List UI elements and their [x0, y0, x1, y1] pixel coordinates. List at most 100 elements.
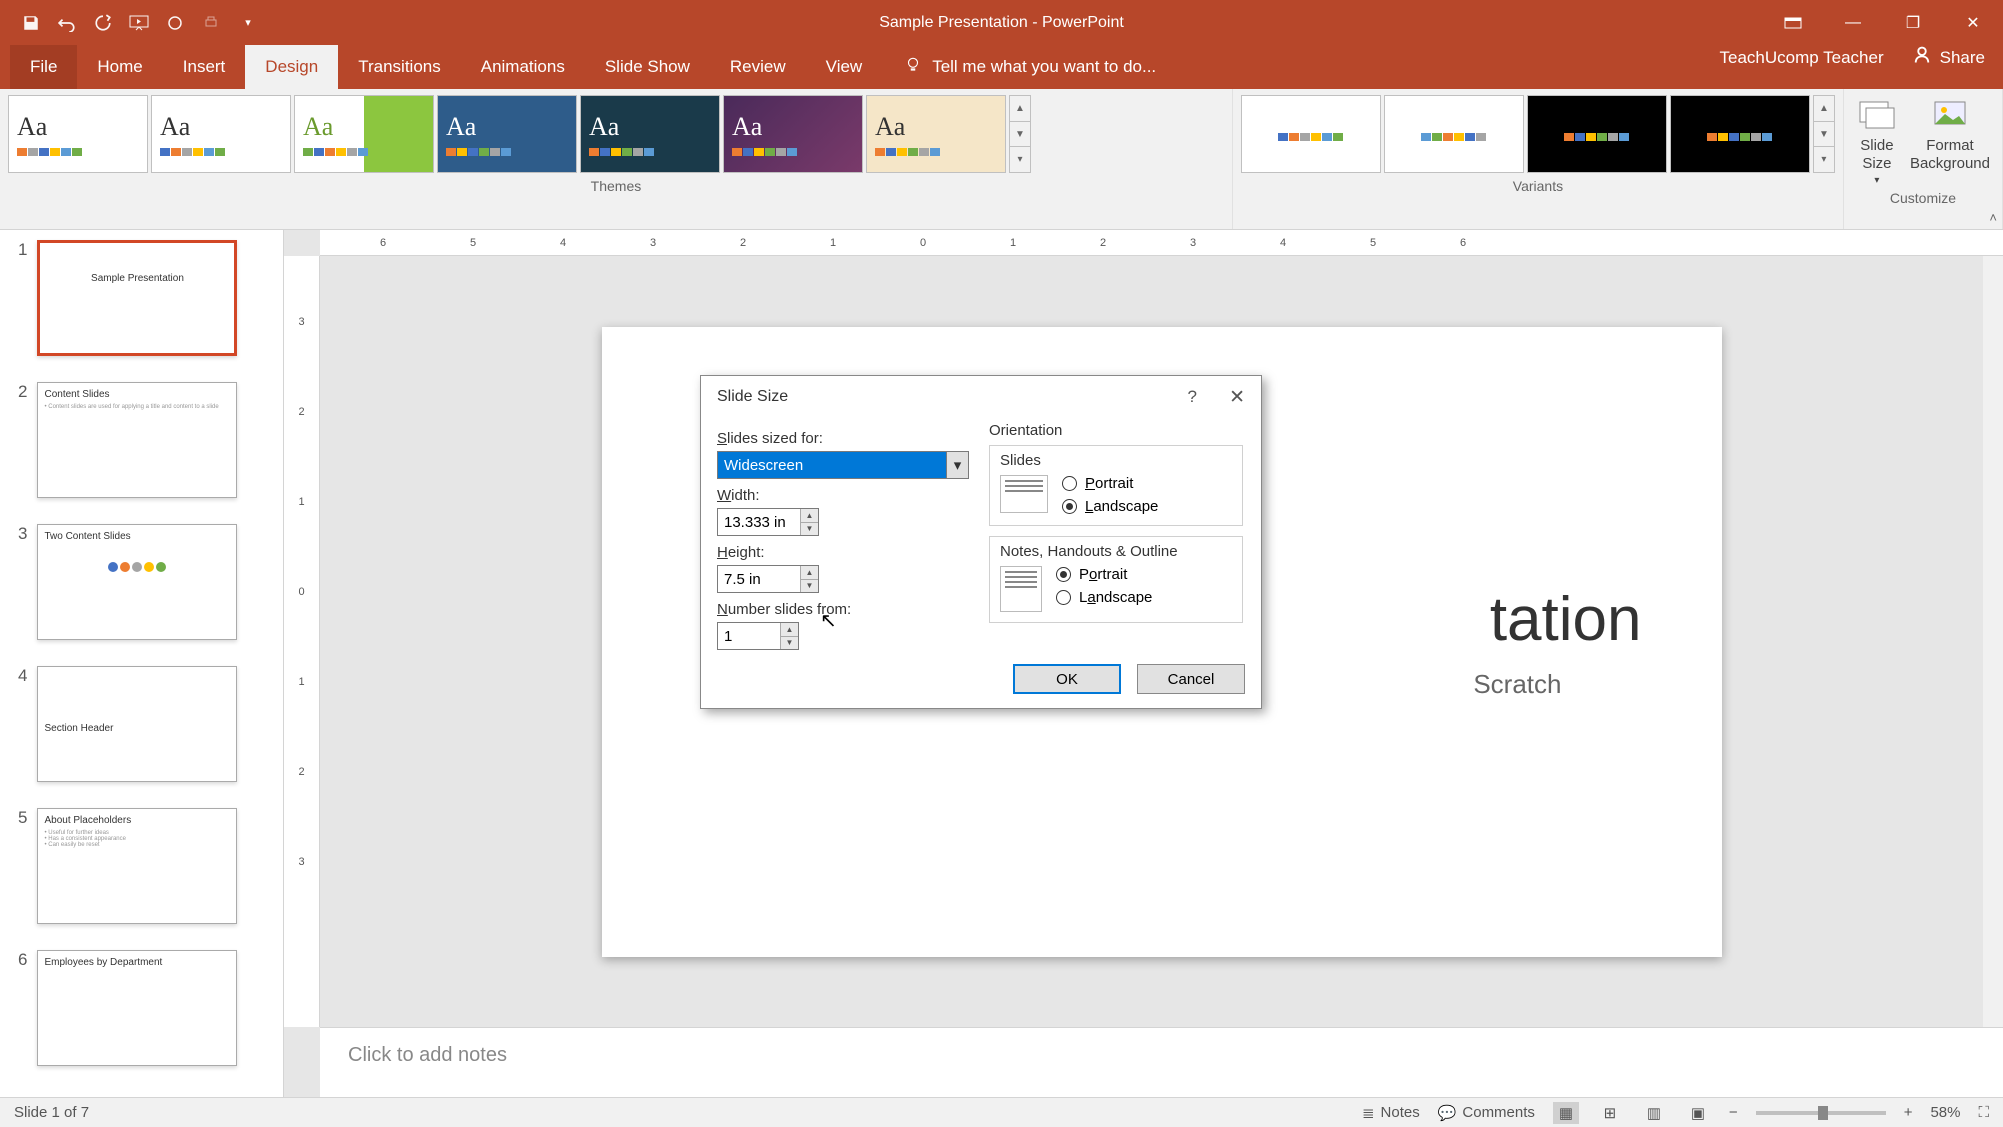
variants-more-button[interactable]: ▲▼▾: [1813, 95, 1835, 173]
tab-transitions[interactable]: Transitions: [338, 45, 461, 89]
theme-6[interactable]: Aa: [723, 95, 863, 173]
variant-2[interactable]: [1384, 95, 1524, 173]
scroll-down-icon[interactable]: ▼: [1814, 122, 1834, 148]
number-from-spinner[interactable]: 1 ▲▼: [717, 622, 799, 650]
fit-window-icon[interactable]: ⛶: [1978, 1104, 1989, 1121]
expand-icon[interactable]: ▾: [1010, 147, 1030, 172]
slide-number: 2: [18, 382, 27, 498]
slide-thumb-3[interactable]: Two Content Slides: [37, 524, 237, 640]
theme-4[interactable]: Aa: [437, 95, 577, 173]
minimize-icon[interactable]: —: [1823, 0, 1883, 45]
slides-portrait-radio[interactable]: Portrait: [1062, 475, 1158, 492]
notes-pane[interactable]: Click to add notes: [320, 1027, 2003, 1097]
tab-file[interactable]: File: [10, 45, 77, 89]
tab-design[interactable]: Design: [245, 45, 338, 89]
zoom-level[interactable]: 58%: [1930, 1104, 1960, 1121]
scroll-down-icon[interactable]: ▼: [1010, 122, 1030, 148]
theme-3[interactable]: Aa: [294, 95, 434, 173]
start-slideshow-icon[interactable]: [128, 12, 150, 34]
width-spinner[interactable]: 13.333 in ▲▼: [717, 508, 819, 536]
window-controls: — ❐ ✕: [1763, 0, 2003, 45]
scroll-up-icon[interactable]: ▲: [1814, 96, 1834, 122]
spinner-down-icon[interactable]: ▼: [801, 580, 818, 593]
ribbon-tabs: File Home Insert Design Transitions Anim…: [0, 45, 2003, 89]
variant-4[interactable]: [1670, 95, 1810, 173]
spinner-up-icon[interactable]: ▲: [801, 566, 818, 580]
spinner-down-icon[interactable]: ▼: [801, 523, 818, 536]
titlebar: ▾ Sample Presentation - PowerPoint — ❐ ✕: [0, 0, 2003, 45]
ok-button[interactable]: OK: [1013, 664, 1121, 694]
redo-icon[interactable]: [92, 12, 114, 34]
expand-icon[interactable]: ▾: [1814, 147, 1834, 172]
theme-5[interactable]: Aa: [580, 95, 720, 173]
zoom-out-button[interactable]: −: [1729, 1104, 1738, 1121]
notes-button[interactable]: ≣Notes: [1362, 1104, 1420, 1122]
vertical-scrollbar[interactable]: [1983, 256, 2003, 1027]
sorter-view-icon[interactable]: ⊞: [1597, 1102, 1623, 1124]
spinner-down-icon[interactable]: ▼: [781, 637, 798, 650]
ribbon-options-icon[interactable]: [1763, 0, 1823, 45]
share-button[interactable]: Share: [1912, 45, 1985, 70]
share-icon: [1912, 45, 1932, 70]
qat-customize-icon[interactable]: ▾: [236, 16, 260, 29]
zoom-slider[interactable]: [1756, 1111, 1886, 1115]
notes-landscape-radio[interactable]: Landscape: [1056, 589, 1152, 606]
tellme-search[interactable]: Tell me what you want to do...: [882, 45, 1156, 89]
tab-animations[interactable]: Animations: [461, 45, 585, 89]
slide-size-icon: [1856, 93, 1898, 135]
height-spinner[interactable]: 7.5 in ▲▼: [717, 565, 819, 593]
save-icon[interactable]: [20, 12, 42, 34]
comments-icon: 💬: [1438, 1104, 1457, 1122]
slide-size-button[interactable]: Slide Size ▾: [1856, 93, 1898, 187]
share-label: Share: [1940, 48, 1985, 68]
tab-home[interactable]: Home: [77, 45, 162, 89]
format-background-button[interactable]: Format Background: [1910, 93, 1990, 187]
close-icon[interactable]: ✕: [1943, 0, 2003, 45]
spinner-up-icon[interactable]: ▲: [801, 509, 818, 523]
dialog-help-icon[interactable]: ?: [1188, 387, 1197, 407]
variants-gallery: ▲▼▾: [1239, 93, 1837, 175]
width-label: Width:: [717, 487, 975, 504]
undo-icon[interactable]: [56, 12, 78, 34]
cancel-button[interactable]: Cancel: [1137, 664, 1245, 694]
comments-button[interactable]: 💬Comments: [1438, 1104, 1535, 1122]
collapse-ribbon-icon[interactable]: ˄: [1989, 210, 1997, 225]
scroll-up-icon[interactable]: ▲: [1010, 96, 1030, 122]
theme-office[interactable]: Aa: [8, 95, 148, 173]
sized-for-dropdown[interactable]: Widescreen ▾: [717, 451, 969, 479]
zoom-handle[interactable]: [1818, 1106, 1828, 1120]
theme-2[interactable]: Aa: [151, 95, 291, 173]
slides-landscape-radio[interactable]: Landscape: [1062, 498, 1158, 515]
slide-thumb-6[interactable]: Employees by Department: [37, 950, 237, 1066]
user-name[interactable]: TeachUcomp Teacher: [1720, 48, 1884, 68]
theme-7[interactable]: Aa: [866, 95, 1006, 173]
notes-legend: Notes, Handouts & Outline: [1000, 543, 1232, 560]
print-icon[interactable]: [200, 12, 222, 34]
slide-thumb-4[interactable]: Section Header: [37, 666, 237, 782]
variant-1[interactable]: [1241, 95, 1381, 173]
tab-slideshow[interactable]: Slide Show: [585, 45, 710, 89]
themes-gallery: Aa Aa Aa Aa Aa Aa Aa ▲▼▾: [6, 93, 1226, 175]
maximize-icon[interactable]: ❐: [1883, 0, 1943, 45]
spinner-up-icon[interactable]: ▲: [781, 623, 798, 637]
themes-more-button[interactable]: ▲▼▾: [1009, 95, 1031, 173]
touch-mode-icon[interactable]: [164, 12, 186, 34]
dialog-titlebar[interactable]: Slide Size ? ✕: [701, 376, 1261, 418]
notes-placeholder: Click to add notes: [348, 1044, 507, 1066]
horizontal-ruler: 6543210123456: [320, 230, 2003, 256]
tab-view[interactable]: View: [806, 45, 883, 89]
slide-thumb-2[interactable]: Content Slides• Content slides are used …: [37, 382, 237, 498]
notes-portrait-radio[interactable]: Portrait: [1056, 566, 1152, 583]
slide-thumb-5[interactable]: About Placeholders• Useful for further i…: [37, 808, 237, 924]
reading-view-icon[interactable]: ▥: [1641, 1102, 1667, 1124]
tab-insert[interactable]: Insert: [163, 45, 246, 89]
normal-view-icon[interactable]: ▦: [1553, 1102, 1579, 1124]
tab-review[interactable]: Review: [710, 45, 806, 89]
slide-thumb-1[interactable]: Sample Presentation: [37, 240, 237, 356]
dialog-close-icon[interactable]: ✕: [1229, 386, 1245, 409]
slideshow-view-icon[interactable]: ▣: [1685, 1102, 1711, 1124]
chevron-down-icon: ▾: [1874, 175, 1879, 187]
zoom-in-button[interactable]: +: [1904, 1104, 1913, 1121]
chevron-down-icon[interactable]: ▾: [946, 452, 968, 478]
variant-3[interactable]: [1527, 95, 1667, 173]
